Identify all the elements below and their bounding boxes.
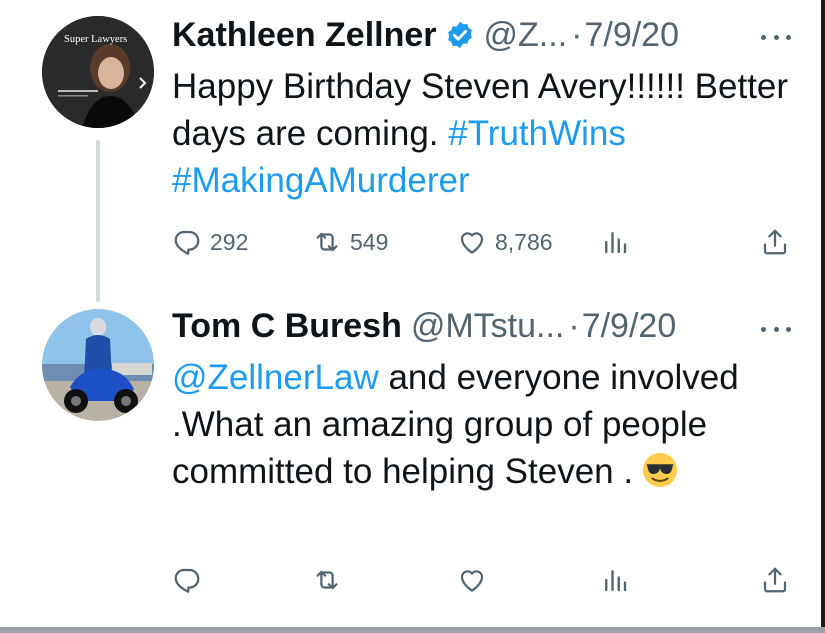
reply-count: 292 bbox=[210, 228, 249, 255]
tweet-header: Kathleen Zellner @Z... · 7/9/20 bbox=[172, 15, 679, 55]
heart-icon bbox=[460, 570, 484, 592]
retweet-icon bbox=[316, 232, 338, 252]
tweet-actions bbox=[172, 560, 792, 600]
reply-icon bbox=[174, 230, 200, 255]
more-options-icon[interactable] bbox=[761, 33, 791, 41]
window-edge-bottom bbox=[0, 627, 825, 633]
share-button[interactable] bbox=[760, 222, 790, 262]
reply-button[interactable] bbox=[172, 560, 202, 600]
reply-button[interactable]: 292 bbox=[172, 222, 248, 262]
avatar[interactable]: Super Lawyers bbox=[42, 16, 154, 128]
separator-dot: · bbox=[568, 307, 580, 345]
share-button[interactable] bbox=[760, 560, 790, 600]
tweet-text: @ZellnerLaw and everyone involved .What … bbox=[172, 354, 792, 495]
hashtag-link[interactable]: #TruthWins bbox=[448, 114, 626, 153]
views-button[interactable] bbox=[600, 222, 630, 262]
like-button[interactable]: 8,786 bbox=[457, 222, 553, 262]
separator-dot: · bbox=[571, 16, 583, 54]
views-bar-chart-icon bbox=[605, 570, 627, 592]
like-count: 8,786 bbox=[495, 228, 553, 255]
avatar-image bbox=[42, 309, 154, 421]
mention-link[interactable]: @ZellnerLaw bbox=[172, 358, 379, 397]
retweet-count: 549 bbox=[350, 228, 389, 255]
views-button[interactable] bbox=[600, 560, 630, 600]
like-button[interactable] bbox=[457, 560, 487, 600]
hashtag-link[interactable]: #MakingAMurderer bbox=[172, 161, 470, 200]
avatar-image: Super Lawyers bbox=[42, 16, 154, 128]
retweet-button[interactable] bbox=[312, 560, 342, 600]
tweet-date[interactable]: 7/9/20 bbox=[582, 306, 677, 346]
verified-badge-icon bbox=[447, 21, 472, 49]
tweet-body: and everyone involved .What an amazing g… bbox=[172, 358, 739, 491]
sunglasses-emoji-icon bbox=[642, 452, 678, 488]
author-name[interactable]: Tom C Buresh bbox=[172, 306, 402, 346]
window-edge-right bbox=[821, 0, 825, 633]
tweet-kathleen-zellner[interactable]: Super Lawyers Kathleen Zellner @Z... · 7… bbox=[0, 0, 821, 300]
author-handle[interactable]: @MTstu... bbox=[411, 306, 565, 346]
tweet-actions: 292 549 8,786 bbox=[172, 222, 792, 262]
retweet-icon bbox=[316, 570, 338, 590]
reply-icon bbox=[174, 568, 200, 593]
more-options-icon[interactable] bbox=[761, 325, 791, 333]
avatar-caption: Super Lawyers bbox=[64, 34, 127, 45]
tweet-text: Happy Birthday Steven Avery!!!!!! Better… bbox=[172, 63, 792, 204]
tweet-date[interactable]: 7/9/20 bbox=[584, 15, 679, 55]
author-name[interactable]: Kathleen Zellner bbox=[172, 15, 437, 55]
heart-icon bbox=[460, 232, 484, 254]
share-icon bbox=[763, 567, 787, 593]
author-handle[interactable]: @Z... bbox=[484, 15, 568, 55]
share-icon bbox=[763, 229, 787, 255]
views-bar-chart-icon bbox=[605, 232, 627, 254]
avatar[interactable] bbox=[42, 309, 154, 421]
tweet-header: Tom C Buresh @MTstu... · 7/9/20 bbox=[172, 306, 676, 346]
retweet-button[interactable]: 549 bbox=[312, 222, 388, 262]
